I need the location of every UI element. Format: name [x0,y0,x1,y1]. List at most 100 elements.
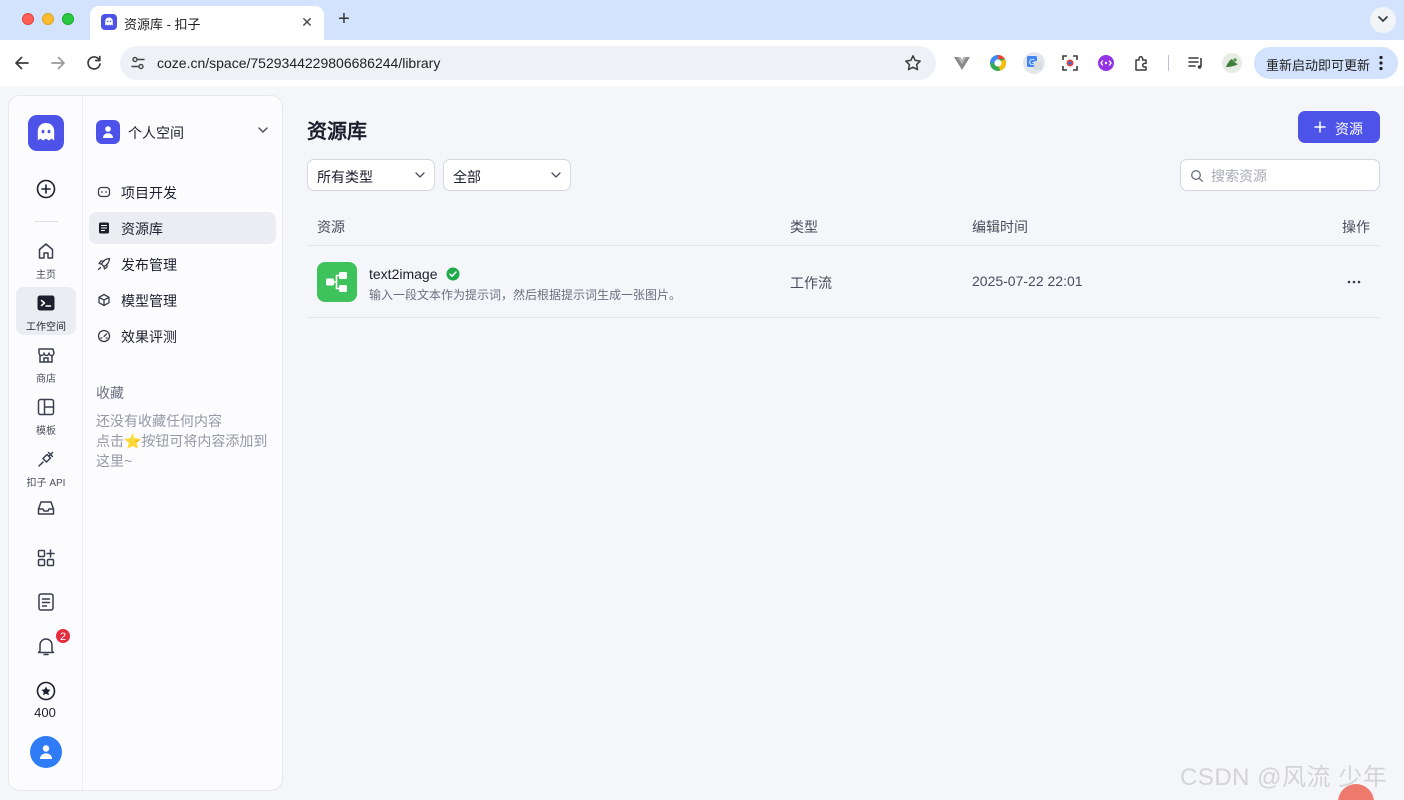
column-header-type: 类型 [790,219,818,235]
menu-item-label: 发布管理 [121,257,177,273]
menu-item-evaluation[interactable]: 效果评测 [89,320,276,352]
profile-avatar-icon[interactable] [1221,52,1243,74]
coze-logo-icon[interactable] [28,115,64,151]
menu-item-label: 效果评测 [121,329,177,345]
relaunch-update-button[interactable]: 重新启动即可更新 [1254,47,1398,79]
rocket-icon [97,257,111,271]
browser-tab-bar: 资源库 - 扣子 ✕ + [0,0,1404,40]
tab-search-chevron-icon[interactable] [1370,7,1396,33]
screenshot-extension-icon[interactable] [1060,53,1080,73]
menu-item-publish[interactable]: 发布管理 [89,248,276,280]
search-input[interactable] [1211,166,1371,186]
menu-item-models[interactable]: 模型管理 [89,284,276,316]
favorites-title: 收藏 [96,385,124,401]
api-plug-icon [38,451,54,467]
add-resource-button[interactable]: 资源 [1298,111,1380,143]
home-icon [38,243,54,259]
user-icon [40,745,52,759]
template-icon [37,398,55,416]
page-title: 资源库 [307,121,367,143]
gauge-icon [97,329,111,343]
plus-icon [1314,121,1326,133]
type-filter-value: 所有类型 [317,169,373,185]
tab-close-icon[interactable]: ✕ [298,13,316,31]
new-tab-button[interactable]: + [334,9,354,29]
resource-edited-time: 2025-07-22 22:01 [972,273,1083,289]
document-icon[interactable] [35,591,57,613]
points-star-icon[interactable] [35,680,57,702]
favorites-empty-line: 还没有收藏任何内容 [96,413,222,429]
terminal-icon [37,295,55,311]
tab-title: 资源库 - 扣子 [124,17,201,32]
more-actions-icon[interactable] [1343,272,1365,292]
menu-item-label: 模型管理 [121,293,177,309]
rail-item-label: 主页 [36,270,56,281]
space-selector[interactable]: 个人空间 [96,118,274,146]
chevron-down-icon [258,127,268,133]
scope-filter-select[interactable]: 全部 [443,159,571,191]
rail-divider [82,96,83,790]
inbox-icon[interactable] [35,497,57,519]
extensions-puzzle-icon[interactable] [1132,53,1152,73]
rail-item-label: 扣子 API [26,478,66,489]
table-row[interactable]: text2image 输入一段文本作为提示词，然后根据提示词生成一张图片。 工作… [307,246,1380,318]
resource-name[interactable]: text2image [369,266,437,282]
chevron-down-icon [551,172,561,178]
relaunch-update-label: 重新启动即可更新 [1266,58,1371,73]
browser-tab-active[interactable]: 资源库 - 扣子 ✕ [90,6,324,40]
coze-favicon-icon [101,14,117,30]
column-header-resource: 资源 [317,219,345,235]
notification-count-badge: 2 [55,628,71,644]
scope-filter-value: 全部 [453,169,481,185]
bot-icon [97,186,111,198]
site-info-tune-icon[interactable] [130,55,146,71]
chevron-down-icon [415,172,425,178]
menu-item-library[interactable]: 资源库 [89,212,276,244]
coze-app: 主页 工作空间 商店 模板 扣子 API 2 400 个人空间 项目开发 资源库… [0,86,1404,800]
search-icon [1191,170,1203,182]
menu-item-label: 项目开发 [121,185,177,201]
create-plus-icon[interactable] [35,178,57,200]
url-text[interactable]: coze.cn/space/7529344229806686244/librar… [157,55,440,71]
window-close-button[interactable] [22,13,34,25]
bookmark-star-icon[interactable] [903,53,923,73]
rail-item-label: 工作空间 [26,322,66,333]
window-zoom-button[interactable] [62,13,74,25]
apps-grid-icon[interactable] [35,547,57,569]
space-avatar-icon [96,120,120,144]
rail-item-store[interactable]: 商店 [16,339,76,387]
type-filter-select[interactable]: 所有类型 [307,159,435,191]
reload-icon[interactable] [83,52,105,74]
toolbar-separator [1168,55,1169,71]
window-minimize-button[interactable] [42,13,54,25]
forward-arrow-icon[interactable] [47,52,69,74]
address-bar[interactable]: coze.cn/space/7529344229806686244/librar… [120,46,936,80]
back-arrow-icon[interactable] [11,52,33,74]
menu-item-projects[interactable]: 项目开发 [89,176,276,208]
google-translate-extension-icon[interactable]: G [1023,52,1045,74]
notification-bell-icon[interactable] [35,635,57,657]
store-icon [38,348,55,363]
rail-item-api[interactable]: 扣子 API [16,443,76,491]
user-avatar[interactable] [30,736,62,768]
rail-item-templates[interactable]: 模板 [16,391,76,439]
rail-item-label: 模板 [36,426,56,437]
resource-description: 输入一段文本作为提示词，然后根据提示词生成一张图片。 [369,288,682,302]
purple-extension-icon[interactable] [1096,53,1116,73]
vue-devtools-extension-icon[interactable] [952,53,972,73]
add-resource-label: 资源 [1335,121,1363,137]
media-controls-icon[interactable] [1186,53,1206,73]
browser-toolbar: coze.cn/space/7529344229806686244/librar… [0,40,1404,86]
rail-item-home[interactable]: 主页 [16,235,76,283]
browser-menu-dots-icon[interactable] [1378,55,1384,71]
color-picker-extension-icon[interactable] [988,53,1008,73]
rail-item-workspace[interactable]: 工作空间 [16,287,76,335]
column-header-actions: 操作 [1342,219,1370,235]
points-value: 400 [34,705,56,720]
model-cube-icon [98,293,110,307]
space-name: 个人空间 [128,125,184,141]
workflow-icon [317,262,357,302]
search-box[interactable] [1180,159,1380,191]
menu-item-label: 资源库 [121,221,163,237]
navigation-panel: 主页 工作空间 商店 模板 扣子 API 2 400 个人空间 项目开发 资源库… [8,95,283,791]
